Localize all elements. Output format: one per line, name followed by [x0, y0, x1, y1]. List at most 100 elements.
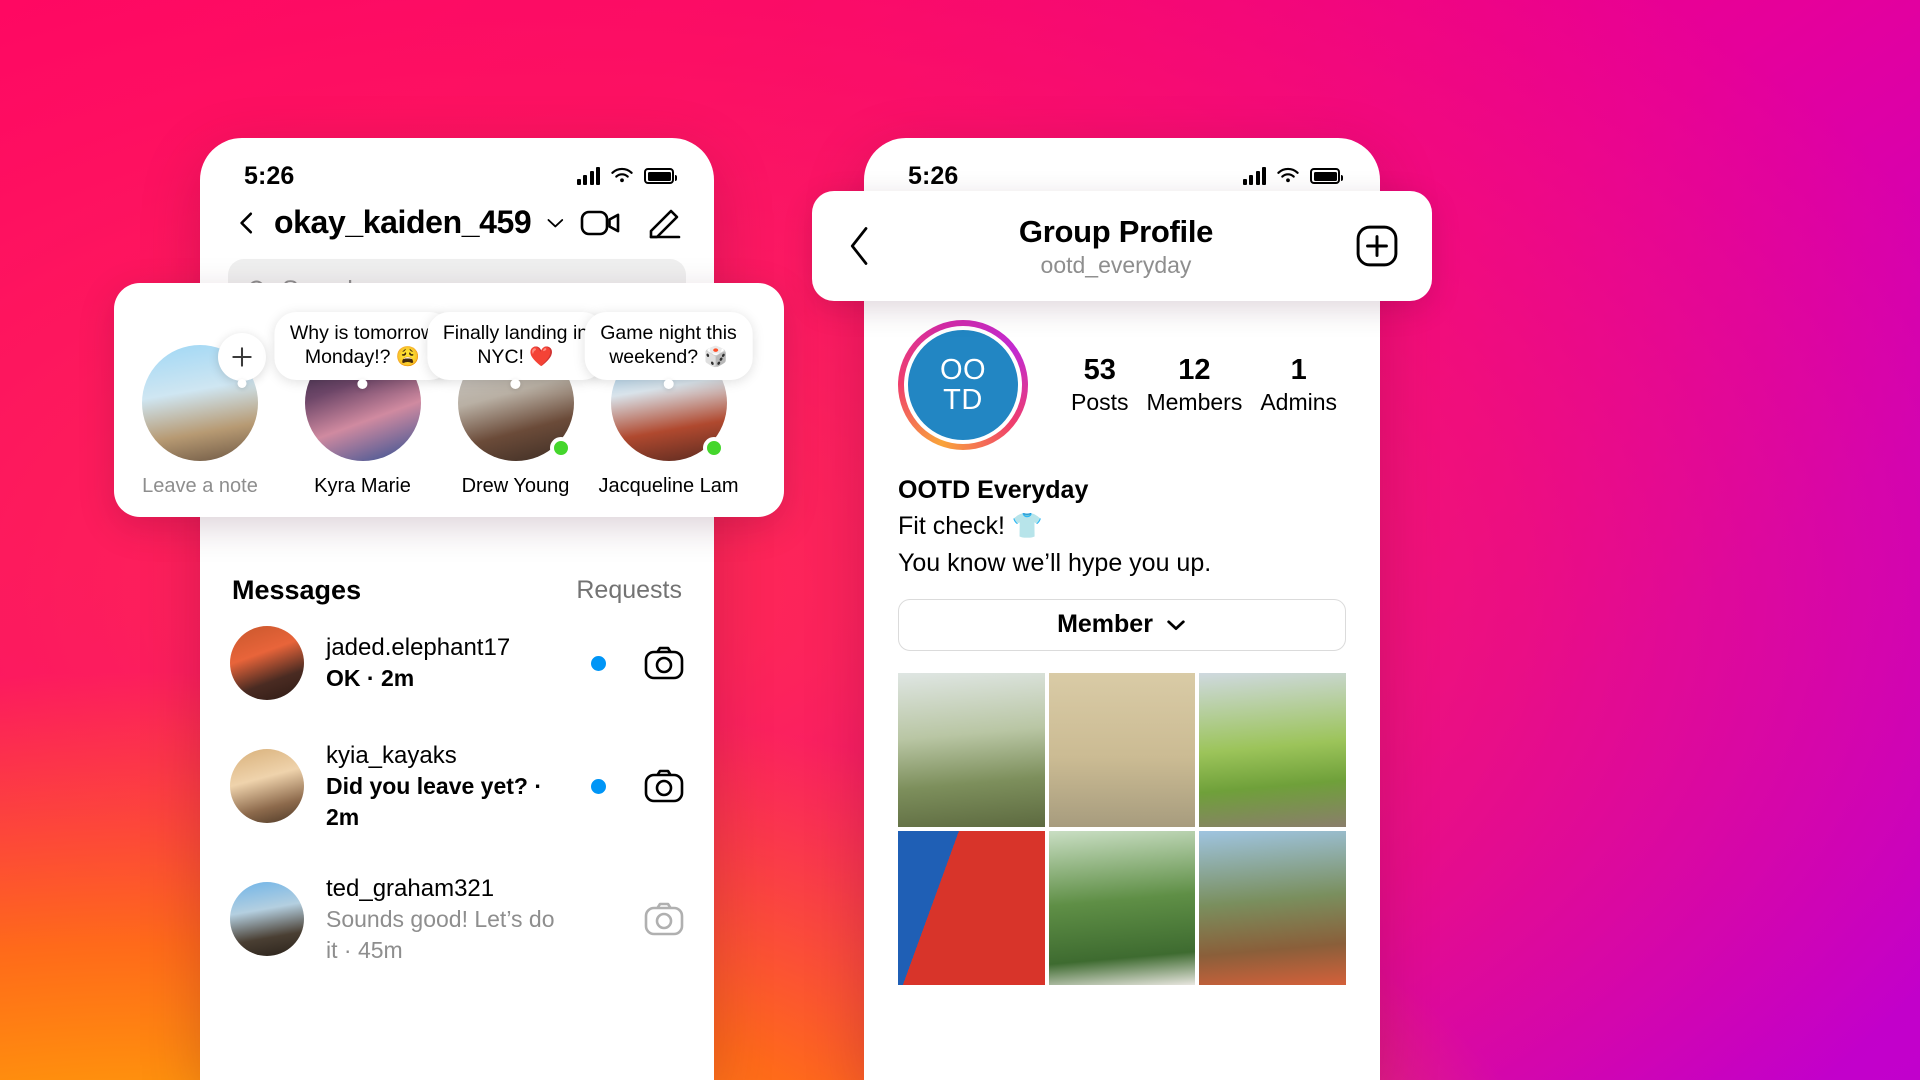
plus-glyph-icon	[232, 347, 252, 367]
group-photo-grid	[898, 672, 1346, 985]
requests-link[interactable]: Requests	[576, 576, 682, 605]
group-bio: OOTD Everyday Fit check! 👕 You know we’l…	[898, 472, 1346, 581]
chevron-down-icon	[1167, 620, 1185, 630]
group-profile-handle: ootd_everyday	[1040, 251, 1192, 278]
group-stat[interactable]: 1 Admins	[1260, 354, 1337, 416]
message-row[interactable]: jaded.elephant17 OK · 2m	[200, 606, 714, 720]
grid-photo-tile[interactable]	[1199, 830, 1346, 985]
note-name: Drew Young	[461, 475, 570, 497]
group-profile-title: Group Profile	[1018, 213, 1214, 249]
note-bubble-line: Monday!? 😩	[304, 346, 421, 369]
avatar[interactable]	[230, 749, 304, 824]
online-status-dot	[549, 437, 572, 459]
status-time: 5:26	[244, 161, 295, 190]
status-icons	[1242, 167, 1343, 185]
group-header-titles: Group Profile ootd_everyday	[876, 214, 1356, 279]
chevron-left-icon[interactable]	[846, 224, 876, 268]
group-avatar-ring[interactable]: OO TD	[898, 320, 1028, 450]
message-username: jaded.elephant17	[326, 634, 511, 661]
chevron-down-icon[interactable]	[545, 212, 566, 234]
group-stat-value: 12	[1178, 354, 1211, 386]
note-bubble-line: weekend? 🎲	[609, 346, 728, 369]
message-text: kyia_kayaks Did you leave yet? · 2m	[326, 740, 569, 833]
signal-bars-icon	[1242, 167, 1266, 185]
grid-photo-tile[interactable]	[898, 830, 1045, 985]
grid-photo-tile[interactable]	[898, 672, 1045, 827]
message-username: ted_graham321	[326, 874, 495, 902]
note-item[interactable]: Why is tomorrow Monday!? 😩 Kyra Marie	[273, 312, 452, 498]
grid-photo-tile[interactable]	[1199, 672, 1346, 827]
status-icons	[576, 167, 677, 185]
note-bubble[interactable]: Finally landing in NYC! ❤️	[426, 312, 605, 380]
video-camera-icon[interactable]	[580, 207, 622, 239]
group-stat-value: 1	[1290, 354, 1307, 386]
message-preview: Sounds good! Let’s do it · 45m	[326, 906, 555, 963]
left-status-bar: 5:26	[200, 138, 714, 200]
group-bio-line-2: You know we’ll hype you up.	[898, 548, 1212, 577]
message-preview: OK · 2m	[326, 665, 415, 692]
message-list: jaded.elephant17 OK · 2m kyia_kayaks Did…	[200, 606, 714, 986]
member-button-label: Member	[1057, 610, 1153, 639]
messages-section-header: Messages Requests	[200, 547, 714, 606]
dm-username-title[interactable]: okay_kaiden_459	[274, 204, 532, 241]
plus-icon[interactable]	[218, 333, 266, 381]
unread-dot	[591, 655, 606, 671]
group-stats: 53 Posts 12 Members 1 Admins	[1054, 354, 1346, 416]
online-status-dot	[702, 437, 725, 459]
camera-icon[interactable]	[644, 645, 684, 681]
note-bubble-line: Finally landing in	[442, 322, 589, 345]
grid-photo-tile[interactable]	[1048, 830, 1196, 985]
group-stat[interactable]: 53 Posts	[1071, 354, 1129, 416]
group-profile-summary: OO TD 53 Posts 12 Members 1 Admins	[898, 320, 1346, 450]
wifi-icon	[1277, 167, 1299, 183]
notes-tray: Leave a note Why is tomorrow Monday!? 😩 K…	[114, 283, 784, 517]
signal-bars-icon	[576, 167, 600, 185]
group-avatar: OO TD	[908, 330, 1018, 440]
message-preview: Did you leave yet? · 2m	[326, 773, 543, 830]
group-profile-header-card: Group Profile ootd_everyday	[812, 191, 1432, 301]
battery-icon	[644, 168, 677, 184]
group-stat-label: Members	[1146, 389, 1243, 415]
message-row[interactable]: ted_graham321 Sounds good! Let’s do it ·…	[200, 853, 714, 986]
notes-row: Leave a note Why is tomorrow Monday!? 😩 K…	[114, 283, 784, 498]
unread-dot	[591, 778, 606, 794]
battery-icon	[1310, 168, 1343, 184]
group-stat-label: Admins	[1260, 389, 1338, 415]
note-bubble-line: Why is tomorrow	[289, 322, 436, 345]
group-bio-line-1: Fit check! 👕	[898, 512, 1044, 541]
message-username: kyia_kayaks	[326, 742, 457, 769]
note-avatar-wrap	[142, 333, 266, 461]
chevron-left-icon[interactable]	[234, 210, 260, 236]
avatar[interactable]	[230, 882, 304, 957]
grid-photo-tile[interactable]	[1048, 672, 1196, 827]
message-text: jaded.elephant17 OK · 2m	[326, 632, 569, 694]
messages-title: Messages	[232, 575, 362, 605]
dm-header: okay_kaiden_459	[200, 200, 714, 241]
group-avatar-ring-inner: OO TD	[904, 326, 1022, 444]
group-stat[interactable]: 12 Members	[1146, 354, 1242, 416]
message-row[interactable]: kyia_kayaks Did you leave yet? · 2m	[200, 720, 714, 853]
group-profile-body: OO TD 53 Posts 12 Members 1 Admins OOTD …	[864, 200, 1380, 985]
plus-square-icon[interactable]	[1356, 225, 1398, 267]
note-bubble-line: NYC! ❤️	[477, 346, 554, 369]
group-stat-value: 53	[1083, 354, 1116, 386]
camera-icon[interactable]	[644, 901, 684, 937]
note-item[interactable]: Leave a note	[114, 333, 286, 498]
avatar-initials-bottom: TD	[943, 384, 983, 416]
note-bubble[interactable]: Why is tomorrow Monday!? 😩	[273, 312, 452, 380]
message-text: ted_graham321 Sounds good! Let’s do it ·…	[326, 873, 569, 966]
avatar[interactable]	[230, 626, 304, 700]
group-stat-label: Posts	[1070, 389, 1129, 415]
note-item[interactable]: Game night this weekend? 🎲 Jacqueline Lam	[584, 312, 753, 498]
note-bubble[interactable]: Game night this weekend? 🎲	[584, 312, 753, 380]
member-dropdown-button[interactable]: Member	[898, 598, 1346, 651]
note-item[interactable]: Finally landing in NYC! ❤️ Drew Young	[426, 312, 605, 498]
wifi-icon	[611, 167, 633, 183]
instagram-promo-composition: 5:26 okay_kaiden_459 Messages Requests j…	[0, 0, 1920, 1080]
note-name: Jacqueline Lam	[598, 475, 739, 497]
dm-header-actions	[580, 206, 682, 240]
camera-icon[interactable]	[644, 768, 684, 804]
note-bubble-line: Game night this	[600, 322, 737, 345]
compose-pencil-icon[interactable]	[648, 206, 682, 240]
note-name: Kyra Marie	[314, 475, 411, 497]
